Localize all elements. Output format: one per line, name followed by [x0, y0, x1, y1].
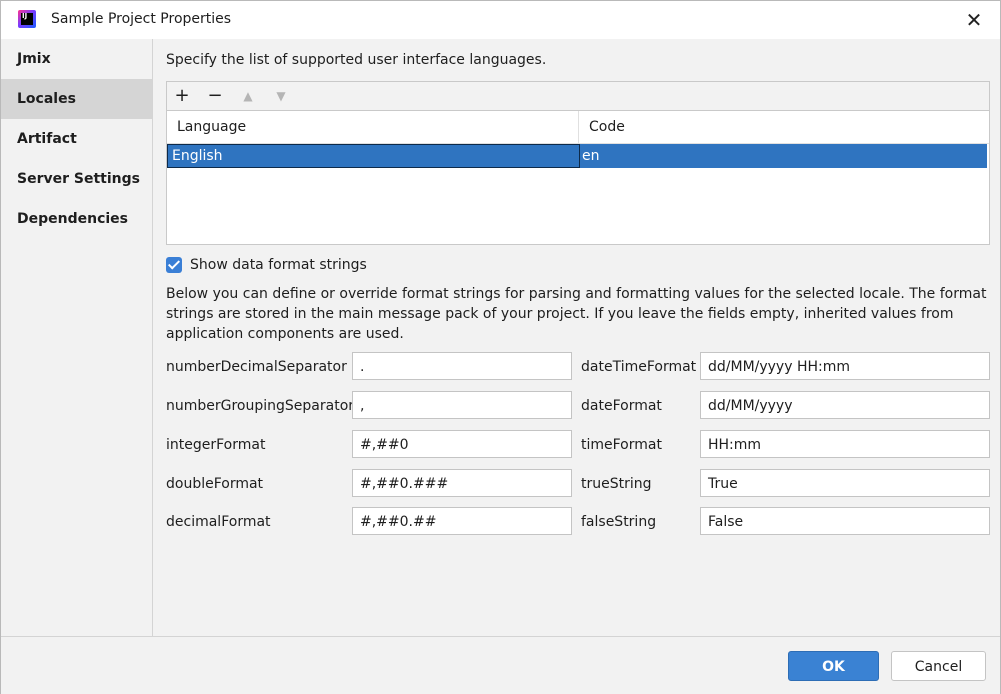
window-title: Sample Project Properties — [51, 11, 232, 27]
number-grouping-separator-label: numberGroupingSeparator — [166, 398, 355, 414]
true-string-label: trueString — [581, 476, 652, 492]
locales-panel: Specify the list of supported user inter… — [153, 39, 1000, 636]
number-decimal-separator-label: numberDecimalSeparator — [166, 359, 347, 375]
format-description: Below you can define or override format … — [166, 286, 987, 342]
move-up-icon[interactable]: ▲ — [237, 85, 259, 107]
number-grouping-separator-field[interactable]: , — [352, 391, 572, 419]
sidebar-item-dependencies[interactable]: Dependencies — [1, 199, 152, 239]
time-format-field[interactable]: HH:mm — [700, 430, 990, 458]
column-header-code[interactable]: Code — [579, 111, 625, 143]
sidebar-item-locales[interactable]: Locales — [1, 79, 152, 119]
double-format-field[interactable]: #,##0.### — [352, 469, 572, 497]
date-format-label: dateFormat — [581, 398, 662, 414]
dialog-footer: OK Cancel — [1, 636, 1000, 694]
remove-icon[interactable]: − — [204, 85, 226, 107]
column-header-language[interactable]: Language — [167, 111, 579, 143]
dialog-window: IJ Sample Project Properties ✕ Jmix Loca… — [0, 0, 1001, 694]
cancel-button[interactable]: Cancel — [891, 651, 986, 681]
double-format-label: doubleFormat — [166, 476, 264, 492]
date-time-format-label: dateTimeFormat — [581, 359, 697, 375]
sidebar-item-jmix[interactable]: Jmix — [1, 39, 152, 79]
integer-format-label: integerFormat — [166, 437, 266, 453]
intellij-icon: IJ — [18, 10, 36, 28]
table-row[interactable]: English en — [167, 144, 987, 168]
table-toolbar: + − ▲ ▼ — [167, 82, 989, 111]
table-header: Language Code — [167, 111, 989, 144]
false-string-field[interactable]: False — [700, 507, 990, 535]
locales-table: + − ▲ ▼ Language Code English en — [166, 81, 990, 245]
sidebar-item-server-settings[interactable]: Server Settings — [1, 159, 152, 199]
decimal-format-field[interactable]: #,##0.## — [352, 507, 572, 535]
decimal-format-label: decimalFormat — [166, 514, 271, 530]
date-time-format-field[interactable]: dd/MM/yyyy HH:mm — [700, 352, 990, 380]
sidebar: Jmix Locales Artifact Server Settings De… — [1, 39, 153, 636]
false-string-label: falseString — [581, 514, 657, 530]
ok-button[interactable]: OK — [788, 651, 879, 681]
title-bar: IJ Sample Project Properties ✕ — [1, 1, 1000, 39]
show-format-label[interactable]: Show data format strings — [190, 257, 367, 273]
show-format-checkbox[interactable] — [166, 257, 182, 273]
date-format-field[interactable]: dd/MM/yyyy — [700, 391, 990, 419]
code-cell[interactable]: en — [580, 144, 600, 168]
close-icon[interactable]: ✕ — [960, 6, 988, 34]
add-icon[interactable]: + — [171, 85, 193, 107]
integer-format-field[interactable]: #,##0 — [352, 430, 572, 458]
true-string-field[interactable]: True — [700, 469, 990, 497]
number-decimal-separator-field[interactable]: . — [352, 352, 572, 380]
sidebar-item-artifact[interactable]: Artifact — [1, 119, 152, 159]
language-cell[interactable]: English — [167, 144, 580, 168]
time-format-label: timeFormat — [581, 437, 662, 453]
show-format-row: Show data format strings — [166, 255, 367, 275]
intro-text: Specify the list of supported user inter… — [166, 52, 547, 68]
move-down-icon[interactable]: ▼ — [270, 85, 292, 107]
